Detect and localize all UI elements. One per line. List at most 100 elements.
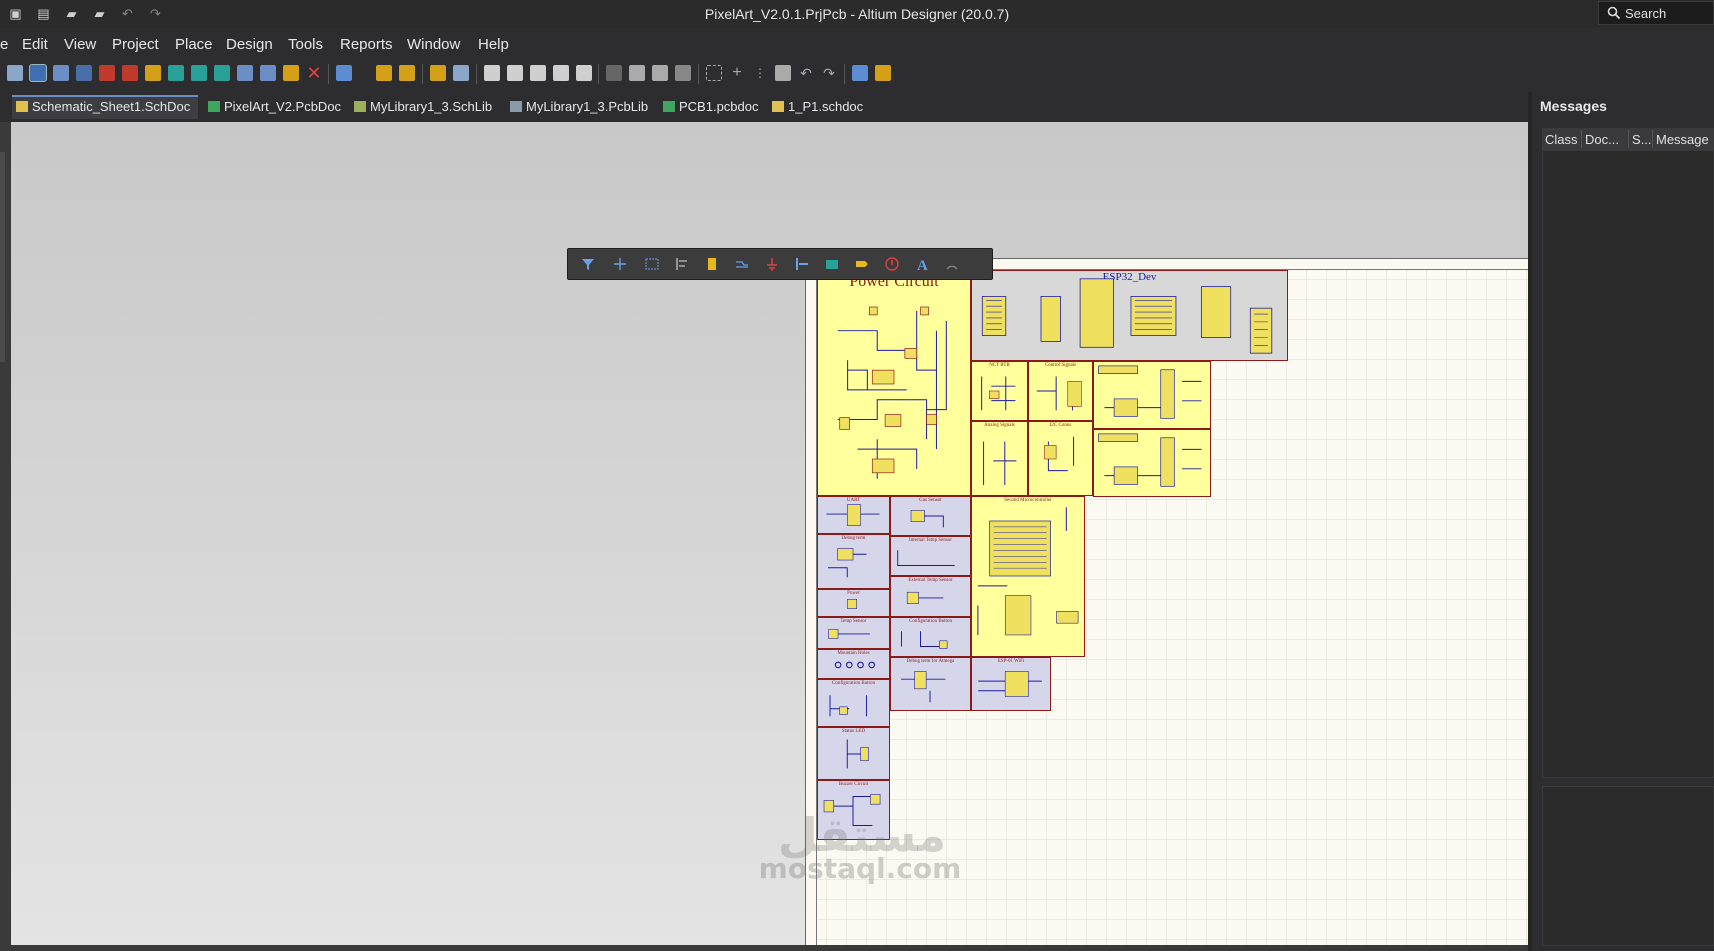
zoom-area-icon[interactable]: [553, 65, 569, 81]
tab-pcb1[interactable]: PCB1.pcbdoc: [659, 95, 759, 119]
gnd-power-port-icon[interactable]: [764, 256, 780, 272]
sheet-icon[interactable]: [7, 65, 23, 81]
zoom-fit-icon[interactable]: [530, 65, 546, 81]
net-label-icon[interactable]: [76, 65, 92, 81]
sheet-entry-icon[interactable]: [191, 65, 207, 81]
tab-mylibrary-schlib[interactable]: MyLibrary1_3.SchLib: [350, 95, 492, 119]
zoom-selected-icon[interactable]: [576, 65, 592, 81]
menu-window[interactable]: Window: [407, 36, 460, 53]
tab-pixelart-pcbdoc[interactable]: PixelArt_V2.PcbDoc: [204, 95, 341, 119]
sheet-symbol-mountain-holes[interactable]: Mountain Holes: [817, 649, 890, 679]
column-message[interactable]: Message: [1656, 132, 1709, 147]
redo-toolbar-icon[interactable]: ↷: [821, 65, 837, 81]
menu-tools[interactable]: Tools: [288, 36, 323, 53]
menu-help[interactable]: Help: [478, 36, 509, 53]
print-icon[interactable]: [484, 65, 500, 81]
save-doc-icon[interactable]: [453, 65, 469, 81]
menu-edit[interactable]: Edit: [22, 36, 48, 53]
place-sheet-symbol-icon[interactable]: [824, 256, 840, 272]
sheet-symbol-uart[interactable]: UART: [817, 496, 890, 534]
search-input[interactable]: Search: [1598, 1, 1714, 25]
menu-file[interactable]: e: [0, 36, 8, 53]
open-icon[interactable]: [430, 65, 446, 81]
sheet-symbol-i2c-conns[interactable]: I2C Conns: [1028, 421, 1093, 496]
sheet-symbol-nct-rtr[interactable]: NCT RTR: [971, 361, 1028, 421]
menu-place[interactable]: Place: [175, 36, 213, 53]
sheet-symbol-analog-signals[interactable]: Analog Signals: [971, 421, 1028, 496]
sheet-symbol-temp-sensor[interactable]: Temp Sensor: [817, 617, 890, 649]
horizontal-scrollbar[interactable]: [11, 945, 1528, 951]
drag-selection-icon[interactable]: ⋮: [752, 65, 768, 81]
tab-1-p1-schdoc[interactable]: 1_P1.schdoc: [768, 95, 863, 119]
left-panel-tab[interactable]: [0, 152, 5, 362]
clear-filter-icon[interactable]: [775, 65, 791, 81]
filter-icon[interactable]: [580, 256, 596, 272]
rubber-stamp-icon[interactable]: [675, 65, 691, 81]
menu-reports[interactable]: Reports: [340, 36, 393, 53]
move-icon[interactable]: +: [729, 65, 745, 81]
place-bus-icon[interactable]: [794, 256, 810, 272]
print-preview-icon[interactable]: [507, 65, 523, 81]
pcbdoc-icon: [663, 101, 675, 112]
select-area-icon[interactable]: [706, 65, 722, 81]
sheet-symbol-configuration-button[interactable]: Configuration Button: [890, 617, 971, 657]
column-class[interactable]: Class: [1545, 132, 1578, 147]
harness-entry-icon[interactable]: [260, 65, 276, 81]
text-string-icon[interactable]: A: [914, 256, 930, 272]
menu-design[interactable]: Design: [226, 36, 273, 53]
menu-project[interactable]: Project: [112, 36, 159, 53]
pencil-icon[interactable]: [336, 65, 352, 81]
message-details[interactable]: [1542, 786, 1714, 946]
place-wire-icon[interactable]: [734, 256, 750, 272]
no-erc-icon[interactable]: ✕: [306, 64, 322, 82]
part-icon[interactable]: [145, 65, 161, 81]
arc-icon[interactable]: [944, 256, 960, 272]
bus-icon[interactable]: [53, 65, 69, 81]
sheet-symbol-status-led[interactable]: Status LED: [817, 727, 890, 780]
cut-icon[interactable]: [606, 65, 622, 81]
select-rect-icon[interactable]: [644, 256, 660, 272]
sheet-symbol-debug-atmega[interactable]: Debug term for Atmega: [890, 657, 971, 711]
sheet-symbol-power[interactable]: Power: [817, 589, 890, 617]
copy-icon[interactable]: [629, 65, 645, 81]
wire-icon[interactable]: [29, 64, 47, 82]
undo-toolbar-icon[interactable]: ↶: [798, 65, 814, 81]
sheet-symbol-external-temp[interactable]: External Temp Sensor: [890, 576, 971, 617]
directive-icon[interactable]: [884, 256, 900, 272]
compile-icon[interactable]: [875, 65, 891, 81]
left-panel-strip[interactable]: [0, 122, 11, 951]
sheet-symbol-driver-block-1[interactable]: [1093, 361, 1211, 429]
menu-view[interactable]: View: [64, 36, 96, 53]
sheet-symbol-second-microcontroller[interactable]: Second Microcontroller: [971, 496, 1085, 657]
column-document[interactable]: Doc...: [1585, 132, 1619, 147]
sheet-symbol-debug-term[interactable]: Debug term: [817, 534, 890, 589]
port-icon[interactable]: [283, 65, 299, 81]
messages-list[interactable]: [1542, 150, 1714, 778]
sheet-symbol-icon[interactable]: [168, 65, 184, 81]
gas-wiring: [910, 510, 944, 528]
gnd-port-icon[interactable]: [99, 65, 115, 81]
sheet-symbol-esp32-dev[interactable]: ESP32_Dev: [971, 270, 1288, 361]
wand-icon[interactable]: [399, 65, 415, 81]
column-source[interactable]: S...: [1632, 132, 1652, 147]
harness-icon[interactable]: [237, 65, 253, 81]
vcc-port-icon[interactable]: [122, 65, 138, 81]
sheet-symbol-esp01-wifi[interactable]: ESP-01 WiFi: [971, 657, 1051, 711]
sheet-symbol-gas-sensor[interactable]: Gas Sensor: [890, 496, 971, 536]
place-part-icon[interactable]: [704, 256, 720, 272]
tab-schematic-sheet1[interactable]: Schematic_Sheet1.SchDoc: [12, 95, 198, 119]
device-sheet-icon[interactable]: [214, 65, 230, 81]
place-port-icon[interactable]: [854, 256, 870, 272]
sheet-symbol-driver-block-2[interactable]: [1093, 429, 1211, 497]
paste-icon[interactable]: [652, 65, 668, 81]
sheet-symbol-control-signals[interactable]: Control Signals: [1028, 361, 1093, 421]
align-icon[interactable]: [674, 256, 690, 272]
tab-label: 1_P1.schdoc: [788, 99, 864, 114]
sheet-symbol-power-circuit[interactable]: Power Circuit: [817, 270, 971, 496]
sheet-symbol-configuration-button-2[interactable]: Configuration Button: [817, 679, 890, 727]
move-crosshair-icon[interactable]: [612, 256, 628, 272]
up-down-hierarchy-icon[interactable]: [852, 65, 868, 81]
sheet-symbol-internal-temp[interactable]: Internal Temp Sensor: [890, 536, 971, 576]
tab-mylibrary-pcblib[interactable]: MyLibrary1_3.PcbLib: [506, 95, 648, 119]
cross-probe-icon[interactable]: [376, 65, 392, 81]
